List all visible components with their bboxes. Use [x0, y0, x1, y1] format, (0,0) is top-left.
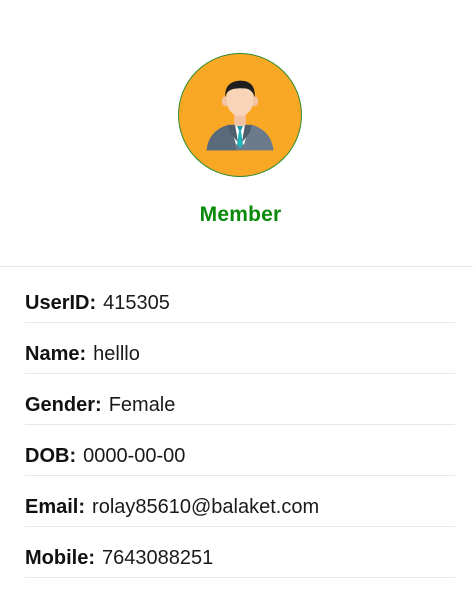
- email-label: Email:: [25, 495, 86, 518]
- info-row-gender: Gender: Female: [25, 386, 455, 425]
- gender-label: Gender:: [25, 393, 102, 416]
- profile-card: Member UserID: 415305 Name: helllo Gende…: [0, 0, 473, 596]
- name-label: Name:: [25, 342, 87, 365]
- info-row-dob: DOB: 0000-00-00: [25, 437, 455, 476]
- dob-label: DOB:: [25, 444, 77, 467]
- info-row-email: Email: rolay85610@balaket.com: [25, 488, 455, 527]
- userid-value: 415305: [103, 291, 170, 314]
- info-row-userid: UserID: 415305: [25, 284, 455, 323]
- mobile-value: 7643088251: [102, 546, 214, 569]
- userid-label: UserID:: [25, 291, 97, 314]
- dob-value: 0000-00-00: [83, 444, 186, 467]
- profile-details-list: UserID: 415305 Name: helllo Gender: Fema…: [25, 284, 455, 590]
- gender-value: Female: [108, 393, 176, 416]
- info-row-name: Name: helllo: [25, 335, 455, 374]
- member-role-label: Member: [199, 203, 282, 226]
- businessman-avatar-icon: [206, 80, 274, 151]
- avatar: [178, 53, 302, 177]
- name-value: helllo: [93, 342, 140, 365]
- divider: [0, 266, 473, 267]
- mobile-label: Mobile:: [25, 546, 95, 569]
- email-value: rolay85610@balaket.com: [92, 495, 320, 518]
- info-row-mobile: Mobile: 7643088251: [25, 539, 455, 578]
